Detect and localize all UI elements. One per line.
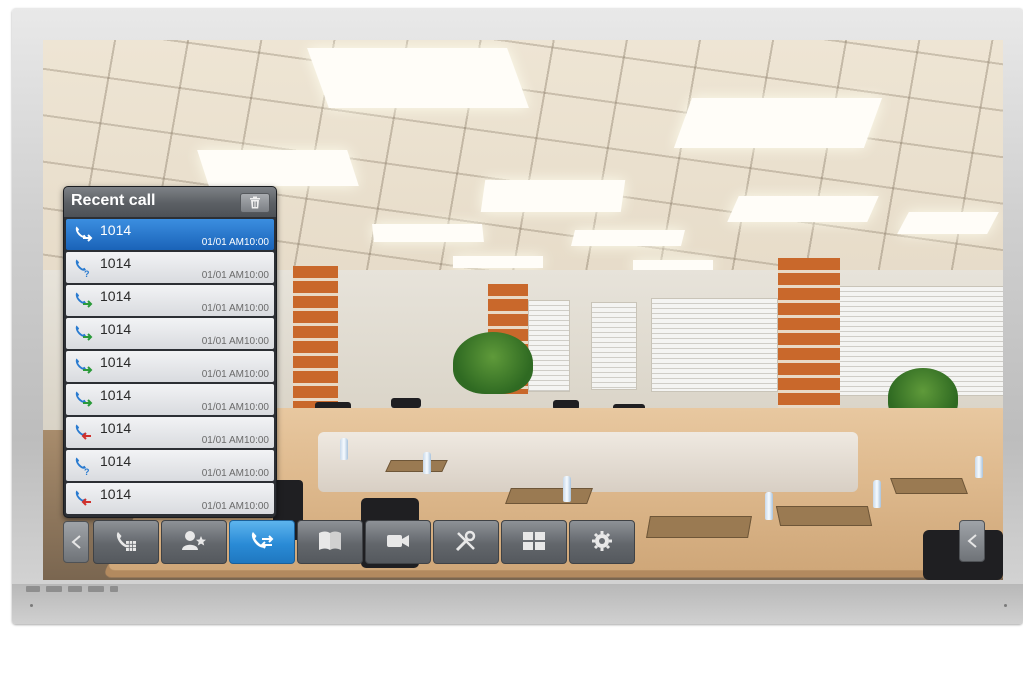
call-number: 1014 bbox=[100, 387, 132, 403]
video-camera-icon bbox=[387, 535, 409, 547]
incoming-call-icon bbox=[75, 490, 91, 506]
brick-pillar bbox=[778, 258, 840, 430]
recent-call-row[interactable]: 1014 01/01 AM10:00 bbox=[66, 351, 274, 382]
call-time: 01/01 AM10:00 bbox=[201, 237, 269, 248]
recent-call-header: Recent call bbox=[64, 187, 276, 217]
call-time: 01/01 AM10:00 bbox=[201, 303, 269, 314]
brick-pillar bbox=[293, 266, 338, 416]
video-camera-button[interactable] bbox=[365, 520, 431, 564]
call-time: 01/01 AM10:00 bbox=[201, 468, 269, 479]
tools-icon bbox=[455, 530, 476, 552]
outgoing-call-icon bbox=[75, 358, 93, 374]
svg-text:?: ? bbox=[84, 269, 90, 278]
missed-call-icon: ? bbox=[75, 259, 90, 278]
recent-call-title: Recent call bbox=[71, 192, 156, 209]
call-time: 01/01 AM10:00 bbox=[201, 336, 269, 347]
tv-indicator-led bbox=[1004, 604, 1007, 607]
call-time: 01/01 AM10:00 bbox=[201, 270, 269, 281]
potted-plant bbox=[453, 332, 533, 394]
recent-call-row[interactable]: 1014 01/01 AM10:00 bbox=[66, 318, 274, 349]
tools-button[interactable] bbox=[433, 520, 499, 564]
outgoing-call-icon bbox=[75, 325, 93, 341]
outgoing-call-icon bbox=[75, 226, 93, 242]
call-number: 1014 bbox=[100, 255, 132, 271]
tv-logo-badges bbox=[26, 586, 118, 592]
recent-call-row[interactable]: 1014 01/01 AM10:00 bbox=[66, 483, 274, 514]
call-number: 1014 bbox=[100, 288, 132, 304]
recent-calls-icon bbox=[251, 532, 274, 549]
recent-call-panel: Recent call 1014 01/01 AM10:00 ? 1014 01… bbox=[63, 186, 277, 518]
trash-icon bbox=[250, 196, 260, 209]
contacts-icon bbox=[182, 531, 206, 550]
recent-call-row[interactable]: 1014 01/01 AM10:00 bbox=[66, 384, 274, 415]
svg-text:?: ? bbox=[84, 467, 90, 476]
dialpad-icon bbox=[116, 532, 136, 551]
next-page-arrow[interactable] bbox=[959, 520, 985, 562]
settings-gear-button[interactable] bbox=[569, 520, 635, 564]
incoming-call-icon bbox=[75, 424, 91, 440]
call-time: 01/01 AM10:00 bbox=[201, 369, 269, 380]
recent-call-row[interactable]: 1014 01/01 AM10:00 bbox=[66, 219, 274, 250]
settings-gear-icon bbox=[592, 531, 612, 551]
call-time: 01/01 AM10:00 bbox=[201, 402, 269, 413]
call-time: 01/01 AM10:00 bbox=[201, 501, 269, 512]
missed-call-icon: ? bbox=[75, 457, 90, 476]
call-number: 1014 bbox=[100, 354, 132, 370]
recent-call-row[interactable]: ? 1014 01/01 AM10:00 bbox=[66, 252, 274, 283]
recent-call-row[interactable]: 1014 01/01 AM10:00 bbox=[66, 417, 274, 448]
chevron-left-icon bbox=[71, 535, 81, 549]
phonebook-button[interactable] bbox=[297, 520, 363, 564]
call-number: 1014 bbox=[100, 453, 132, 469]
call-time: 01/01 AM10:00 bbox=[201, 435, 269, 446]
call-number: 1014 bbox=[100, 420, 132, 436]
tv-bezel-bottom bbox=[12, 584, 1023, 624]
recent-calls-button[interactable] bbox=[229, 520, 295, 564]
recent-call-list: 1014 01/01 AM10:00 ? 1014 01/01 AM10:00 … bbox=[66, 219, 274, 516]
layout-grid-icon bbox=[523, 532, 545, 550]
contacts-button[interactable] bbox=[161, 520, 227, 564]
phonebook-icon bbox=[319, 531, 341, 550]
previous-page-arrow[interactable] bbox=[63, 521, 89, 563]
outgoing-call-icon bbox=[75, 292, 93, 308]
tv-indicator-led bbox=[30, 604, 33, 607]
recent-call-row[interactable]: ? 1014 01/01 AM10:00 bbox=[66, 450, 274, 481]
clear-history-button[interactable] bbox=[240, 193, 270, 213]
dialpad-button[interactable] bbox=[93, 520, 159, 564]
call-number: 1014 bbox=[100, 486, 132, 502]
call-number: 1014 bbox=[100, 321, 132, 337]
call-number: 1014 bbox=[100, 222, 132, 238]
recent-call-row[interactable]: 1014 01/01 AM10:00 bbox=[66, 285, 274, 316]
layout-grid-button[interactable] bbox=[501, 520, 567, 564]
outgoing-call-icon bbox=[75, 391, 93, 407]
